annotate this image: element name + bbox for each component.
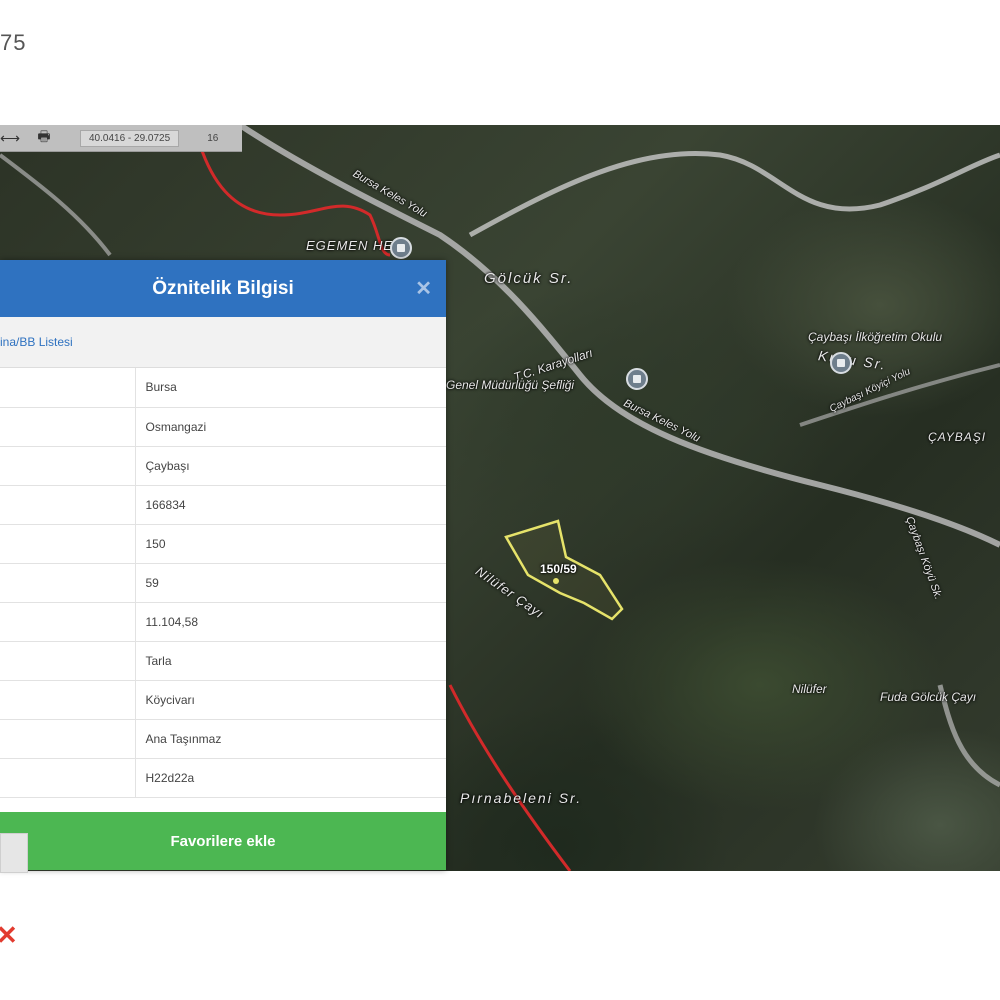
map-toolbar: ⟷ 🖶 40.0416 - 29.0725 16	[0, 125, 242, 152]
close-icon[interactable]: ✕	[415, 276, 432, 301]
panel-subtitle-link[interactable]: ina/BB Listesi	[0, 317, 446, 368]
table-row: 11.104,58	[0, 602, 446, 642]
attribute-key	[0, 563, 136, 603]
attribute-value: Osmangazi	[135, 407, 446, 447]
poi-marker-icon[interactable]	[626, 368, 648, 390]
attribute-key	[0, 485, 136, 525]
attribute-table: Bursa Osmangazi Çaybaşı 166834 150 59 11…	[0, 368, 446, 798]
map-label-genel-mudurlugu: Genel Müdürlüğü Şefliği	[446, 378, 575, 392]
poi-marker-icon[interactable]	[830, 352, 852, 374]
table-row: 59	[0, 563, 446, 603]
attribute-value: 59	[135, 563, 446, 603]
attribute-key	[0, 758, 136, 798]
panel-header: Öznitelik Bilgisi ✕	[0, 260, 446, 317]
coordinate-readout: 40.0416 - 29.0725	[80, 129, 180, 147]
map-label-fuda: Fuda Gölcük Çayı	[880, 690, 977, 704]
boundary-line-south	[448, 684, 572, 871]
panel-title: Öznitelik Bilgisi	[152, 277, 294, 299]
attribute-value: H22d22a	[135, 758, 446, 798]
attribute-value: Köycivarı	[135, 680, 446, 720]
close-mark-icon[interactable]: ✕	[0, 920, 18, 951]
map-label-egemen: EGEMEN HES	[306, 238, 403, 253]
add-to-favorites-button[interactable]: Favorilere ekle	[0, 812, 446, 870]
map-label-golcuk: Gölcük Sr.	[484, 270, 574, 287]
attribute-key	[0, 602, 136, 642]
table-row: Bursa	[0, 368, 446, 408]
table-row: 150	[0, 524, 446, 564]
map-label-caybasi-okul: Çaybaşı İlköğretim Okulu	[808, 330, 943, 344]
attribute-info-panel: Öznitelik Bilgisi ✕ ina/BB Listesi Bursa…	[0, 260, 446, 870]
table-row: H22d22a	[0, 758, 446, 798]
attribute-key	[0, 719, 136, 759]
attribute-value: Bursa	[135, 368, 446, 408]
corner-control[interactable]	[0, 833, 28, 873]
printer-icon[interactable]: 🖶	[34, 126, 54, 150]
attribute-key	[0, 524, 136, 564]
attribute-key	[0, 680, 136, 720]
table-row: Çaybaşı	[0, 446, 446, 486]
attribute-key	[0, 407, 136, 447]
attribute-value: Çaybaşı	[135, 446, 446, 486]
attribute-key	[0, 446, 136, 486]
attribute-value: Ana Taşınmaz	[135, 719, 446, 759]
zoom-level: 16	[207, 132, 219, 144]
attribute-key	[0, 368, 136, 408]
table-row: Tarla	[0, 641, 446, 681]
attribute-value: Tarla	[135, 641, 446, 681]
table-row: Osmangazi	[0, 407, 446, 447]
table-row: Köycivarı	[0, 680, 446, 720]
table-row: 166834	[0, 485, 446, 525]
parcel-centroid	[553, 578, 559, 584]
page-id-text: 75	[0, 30, 27, 55]
road-west	[0, 153, 112, 257]
poi-marker-icon[interactable]	[390, 237, 412, 259]
road-kuyu	[468, 150, 1000, 238]
attribute-value: 166834	[135, 485, 446, 525]
attribute-value: 11.104,58	[135, 602, 446, 642]
attribute-key	[0, 641, 136, 681]
attribute-value: 150	[135, 524, 446, 564]
map-label-pirnabeleni: Pırnabeleni Sr.	[460, 790, 583, 806]
map-label-caybasi: ÇAYBAŞI	[928, 430, 987, 444]
map-label-nilufer: Nilüfer	[792, 682, 827, 696]
table-row: Ana Taşınmaz	[0, 719, 446, 759]
parcel-label[interactable]: 150/59	[540, 562, 577, 576]
ruler-icon[interactable]: ⟷	[0, 130, 20, 147]
